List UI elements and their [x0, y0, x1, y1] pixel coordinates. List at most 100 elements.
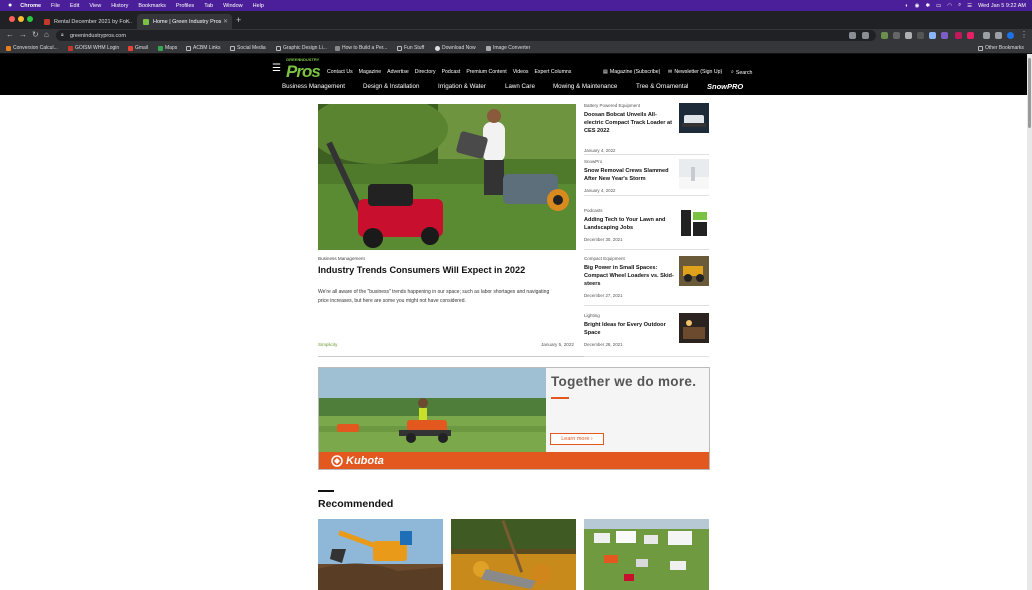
close-icon[interactable]: ✕: [125, 18, 130, 25]
back-arrow-icon[interactable]: ←: [6, 30, 14, 39]
bookmark-item[interactable]: Download Now: [435, 45, 476, 51]
nav-design-installation[interactable]: Design & Installation: [363, 83, 419, 90]
snowpro-logo[interactable]: SnowPRO: [707, 82, 743, 91]
story-category[interactable]: Compact Equipment: [584, 256, 625, 261]
sidebar-story[interactable]: Podcasts Adding Tech to Your Lawn and La…: [584, 208, 709, 260]
nav-irrigation-water[interactable]: Irrigation & Water: [438, 83, 486, 90]
menu-bookmarks[interactable]: Bookmarks: [138, 3, 166, 9]
extension-icon[interactable]: [893, 32, 900, 39]
ad-learn-more-button[interactable]: Learn more ›: [550, 433, 604, 445]
sidebar-story[interactable]: SnowPro Snow Removal Crews Slammed After…: [584, 159, 709, 211]
story-category[interactable]: Podcasts: [584, 208, 603, 213]
hero-category[interactable]: Business Management: [318, 256, 365, 261]
share-icon[interactable]: [849, 32, 856, 39]
zoom-window-button[interactable]: [27, 16, 33, 22]
page-scrollbar[interactable]: [1027, 54, 1032, 590]
kubota-logo[interactable]: Kubota: [331, 455, 384, 467]
story-thumbnail[interactable]: [679, 313, 709, 343]
recommended-card[interactable]: [451, 519, 576, 590]
story-title[interactable]: Snow Removal Crews Slammed After New Yea…: [584, 167, 676, 183]
home-icon[interactable]: ⌂: [44, 30, 49, 39]
story-thumbnail[interactable]: [679, 159, 709, 189]
sidebar-story[interactable]: Lighting Bright Ideas for Every Outdoor …: [584, 313, 709, 365]
hero-sponsor-tag[interactable]: Simplicity: [318, 342, 337, 347]
story-title[interactable]: Big Power in Small Spaces: Compact Wheel…: [584, 264, 676, 288]
extension-icon[interactable]: [929, 32, 936, 39]
puzzle-extensions-icon[interactable]: [983, 32, 990, 39]
extension-icon[interactable]: [941, 32, 948, 39]
tab-green-industry-pros[interactable]: Home | Green Industry Pros ✕: [137, 14, 232, 29]
hamburger-menu-icon[interactable]: ☰: [272, 63, 281, 74]
nav-premium-content[interactable]: Premium Content: [466, 69, 506, 77]
menu-help[interactable]: Help: [253, 3, 264, 9]
hero-article-image[interactable]: [318, 104, 576, 250]
recommended-card[interactable]: [318, 519, 443, 590]
menu-history[interactable]: History: [111, 3, 128, 9]
story-category[interactable]: SnowPro: [584, 159, 602, 164]
menu-file[interactable]: File: [51, 3, 60, 9]
nav-tree-ornamental[interactable]: Tree & Ornamental: [636, 83, 688, 90]
menubar-clock[interactable]: Wed Jan 5 9:22 AM: [978, 3, 1026, 9]
sidebar-story[interactable]: Compact Equipment Big Power in Small Spa…: [584, 256, 709, 308]
story-title[interactable]: Doosan Bobcat Unveils All-electric Compa…: [584, 111, 676, 135]
nav-expert-columns[interactable]: Expert Columns: [534, 69, 571, 77]
bookmark-item[interactable]: How to Build a Per...: [335, 45, 387, 51]
star-bookmark-icon[interactable]: [862, 32, 869, 39]
menu-edit[interactable]: Edit: [70, 3, 79, 9]
scrollbar-thumb[interactable]: [1028, 58, 1031, 128]
minimize-window-button[interactable]: [18, 16, 24, 22]
menu-tab[interactable]: Tab: [204, 3, 213, 9]
story-thumbnail[interactable]: [679, 256, 709, 286]
menu-profiles[interactable]: Profiles: [176, 3, 194, 9]
sidebar-story[interactable]: Battery Powered Equipment Doosan Bobcat …: [584, 103, 709, 155]
reload-icon[interactable]: ↻: [32, 30, 39, 39]
bluetooth-icon[interactable]: ✱: [925, 3, 930, 9]
new-tab-plus-icon[interactable]: +: [236, 15, 241, 25]
wifi-icon[interactable]: ◠: [947, 3, 952, 9]
other-bookmarks-folder[interactable]: Other Bookmarks: [978, 45, 1024, 51]
extension-icon[interactable]: [905, 32, 912, 39]
story-title[interactable]: Bright Ideas for Every Outdoor Space: [584, 321, 676, 337]
control-center-icon[interactable]: ☰: [967, 3, 972, 9]
profile-avatar[interactable]: [1007, 32, 1014, 39]
lock-icon[interactable]: 🔒︎: [61, 32, 64, 38]
nav-lawn-care[interactable]: Lawn Care: [505, 83, 535, 90]
menu-window[interactable]: Window: [223, 3, 243, 9]
close-icon[interactable]: ✕: [223, 18, 228, 25]
story-category[interactable]: Battery Powered Equipment: [584, 103, 640, 108]
bookmark-folder[interactable]: Social Media: [230, 45, 266, 51]
site-search-button[interactable]: ⌕ Search: [731, 69, 752, 76]
bookmark-item[interactable]: Gmail: [128, 45, 148, 51]
address-bar[interactable]: 🔒︎ greenindustrypros.com: [56, 30, 876, 41]
extension-icon[interactable]: [881, 32, 888, 39]
apple-icon[interactable]: ●: [8, 2, 12, 9]
status-icon[interactable]: ◉: [915, 3, 920, 9]
search-icon[interactable]: ⌕: [958, 2, 961, 9]
bookmark-folder[interactable]: Fun Stuff: [397, 45, 424, 51]
extension-icon[interactable]: [955, 32, 962, 39]
menu-view[interactable]: View: [89, 3, 101, 9]
hero-title[interactable]: Industry Trends Consumers Will Expect in…: [318, 265, 525, 275]
nav-contact-us[interactable]: Contact Us: [327, 69, 353, 77]
status-icon[interactable]: ◐: [905, 3, 908, 9]
menu-app-chrome[interactable]: Chrome: [20, 3, 41, 9]
bookmark-item[interactable]: Conversion Calcul...: [6, 45, 58, 51]
nav-podcast[interactable]: Podcast: [442, 69, 461, 77]
bookmark-folder[interactable]: Graphic Design Li...: [276, 45, 327, 51]
extension-icon[interactable]: [967, 32, 974, 39]
bookmark-folder[interactable]: ACBM Links: [186, 45, 221, 51]
reading-list-icon[interactable]: [995, 32, 1002, 39]
nav-advertise[interactable]: Advertise: [387, 69, 409, 77]
kubota-advertisement[interactable]: Together we do more. Learn more › Kubota: [318, 367, 710, 470]
nav-magazine[interactable]: Magazine: [359, 69, 382, 77]
bookmark-item[interactable]: GOISM WHM Login: [68, 45, 119, 51]
close-window-button[interactable]: [9, 16, 15, 22]
story-category[interactable]: Lighting: [584, 313, 600, 318]
story-thumbnail[interactable]: [679, 208, 709, 238]
nav-videos[interactable]: Videos: [513, 69, 529, 77]
nav-business-management[interactable]: Business Management: [282, 83, 345, 90]
bookmark-item[interactable]: Image Converter: [486, 45, 530, 51]
story-thumbnail[interactable]: [679, 103, 709, 133]
tab-rental[interactable]: Rental December 2021 by For... ✕: [38, 14, 134, 29]
newsletter-signup-link[interactable]: ✉ Newsletter (Sign Up): [668, 69, 722, 75]
